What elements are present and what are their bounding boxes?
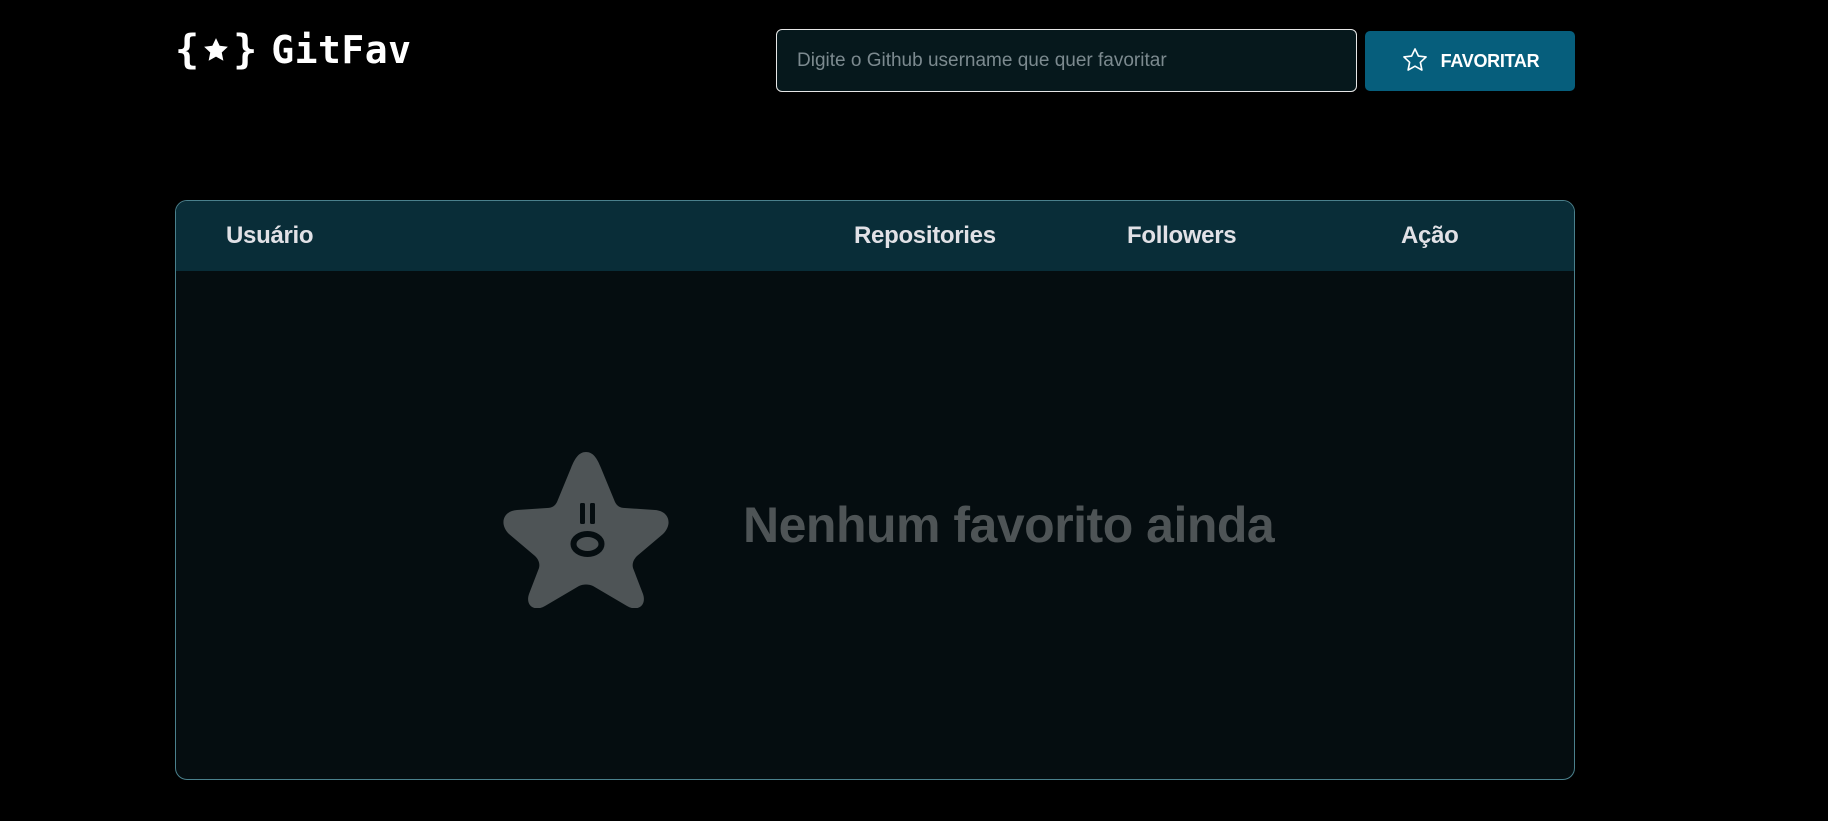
gitfav-app: { } GitFav FAVORITAR Usuário Repositorie… — [0, 0, 1828, 821]
empty-state: Nenhum favorito ainda — [176, 271, 1574, 779]
column-header-usuario: Usuário — [226, 222, 314, 249]
favorites-table: Usuário Repositories Followers Ação Nenh… — [175, 200, 1575, 780]
braces-star-icon: { } — [175, 27, 258, 73]
logo-text: GitFav — [271, 28, 412, 72]
favoritar-button-label: FAVORITAR — [1440, 50, 1540, 71]
column-header-followers: Followers — [1127, 222, 1237, 249]
github-username-input[interactable] — [776, 29, 1357, 92]
column-header-repositories: Repositories — [854, 222, 996, 249]
column-header-acao: Ação — [1401, 222, 1459, 249]
favoritar-button[interactable]: FAVORITAR — [1365, 31, 1575, 91]
empty-state-message: Nenhum favorito ainda — [743, 497, 1275, 553]
logo: { } GitFav — [175, 28, 411, 72]
star-outline-icon — [1401, 46, 1429, 77]
table-header: Usuário Repositories Followers Ação — [176, 201, 1574, 271]
star-face-icon — [501, 446, 671, 613]
